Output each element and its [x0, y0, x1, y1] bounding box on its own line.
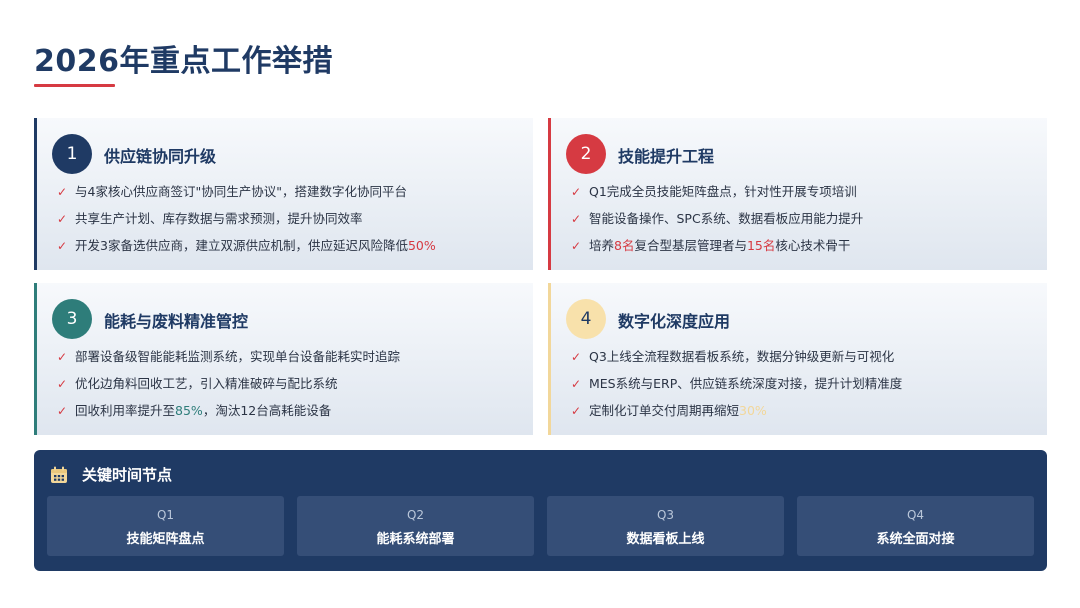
highlight-value: 50%	[407, 238, 436, 253]
card-title: 数字化深度应用	[618, 312, 731, 331]
card-energy-waste: 3 能耗与废料精准管控 ✓ 部署设备级智能能耗监测系统，实现单台设备能耗实时追踪 …	[34, 283, 533, 435]
check-icon: ✓	[57, 239, 68, 253]
card-title: 技能提升工程	[618, 147, 715, 166]
page-title: 2026年重点工作举措	[34, 44, 333, 79]
card-number-badge: 4	[566, 299, 606, 339]
list-item: ✓ 部署设备级智能能耗监测系统，实现单台设备能耗实时追踪	[57, 349, 525, 376]
list-item: ✓ 与4家核心供应商签订"协同生产协议"，搭建数字化协同平台	[57, 184, 525, 211]
card-item-list: ✓ Q1完成全员技能矩阵盘点，针对性开展专项培训 ✓ 智能设备操作、SPC系统、数据…	[571, 184, 1039, 265]
item-text: 培养8名复合型基层管理者与15名核心技术骨干	[589, 238, 851, 253]
list-item: ✓ 开发3家备选供应商，建立双源供应机制，供应延迟风险降低50%	[57, 238, 525, 265]
list-item: ✓ Q1完成全员技能矩阵盘点，针对性开展专项培训	[571, 184, 1039, 211]
check-icon: ✓	[571, 185, 582, 199]
card-digital: 4 数字化深度应用 ✓ Q3上线全流程数据看板系统，数据分钟级更新与可视化 ✓ ME…	[548, 283, 1047, 435]
highlight-value: 8名	[614, 238, 635, 253]
card-number-badge: 1	[52, 134, 92, 174]
milestone-quarter: Q2	[406, 508, 425, 522]
check-icon: ✓	[57, 212, 68, 226]
milestone-q1: Q1 技能矩阵盘点	[47, 496, 284, 556]
item-text: 优化边角料回收工艺，引入精准破碎与配比系统	[75, 376, 338, 391]
card-item-list: ✓ 与4家核心供应商签订"协同生产协议"，搭建数字化协同平台 ✓ 共享生产计划、库存…	[57, 184, 525, 265]
item-text: MES系统与ERP、供应链系统深度对接，提升计划精准度	[589, 376, 903, 391]
list-item: ✓ MES系统与ERP、供应链系统深度对接，提升计划精准度	[571, 376, 1039, 403]
card-supply-chain: 1 供应链协同升级 ✓ 与4家核心供应商签订"协同生产协议"，搭建数字化协同平台 …	[34, 118, 533, 270]
check-icon: ✓	[571, 350, 582, 364]
card-number-badge: 3	[52, 299, 92, 339]
item-text: 开发3家备选供应商，建立双源供应机制，供应延迟风险降低50%	[75, 238, 436, 253]
milestone-label: 技能矩阵盘点	[126, 532, 205, 547]
milestones-title: 关键时间节点	[82, 466, 173, 484]
milestone-label: 能耗系统部署	[376, 532, 455, 547]
check-icon: ✓	[571, 404, 582, 418]
milestones-header: 关键时间节点	[50, 464, 172, 485]
check-icon: ✓	[57, 404, 68, 418]
list-item: ✓ 智能设备操作、SPC系统、数据看板应用能力提升	[571, 211, 1039, 238]
milestone-quarter: Q3	[656, 508, 675, 522]
check-icon: ✓	[57, 350, 68, 364]
milestone-q4: Q4 系统全面对接	[797, 496, 1034, 556]
card-item-list: ✓ Q3上线全流程数据看板系统，数据分钟级更新与可视化 ✓ MES系统与ERP、供应…	[571, 349, 1039, 430]
highlight-value: 30%	[739, 403, 767, 418]
card-title: 能耗与废料精准管控	[104, 312, 249, 331]
card-skills: 2 技能提升工程 ✓ Q1完成全员技能矩阵盘点，针对性开展专项培训 ✓ 智能设备操作…	[548, 118, 1047, 270]
check-icon: ✓	[57, 377, 68, 391]
milestone-quarter: Q1	[156, 508, 175, 522]
milestone-label: 系统全面对接	[876, 532, 955, 547]
highlight-value: 85%	[175, 403, 203, 418]
card-item-list: ✓ 部署设备级智能能耗监测系统，实现单台设备能耗实时追踪 ✓ 优化边角料回收工艺，引…	[57, 349, 525, 430]
calendar-icon	[51, 466, 67, 483]
list-item: ✓ 回收利用率提升至85%，淘汰12台高耗能设备	[57, 403, 525, 430]
item-text: 智能设备操作、SPC系统、数据看板应用能力提升	[589, 211, 864, 226]
item-text: 定制化订单交付周期再缩短30%	[589, 403, 767, 418]
list-item: ✓ 共享生产计划、库存数据与需求预测，提升协同效率	[57, 211, 525, 238]
list-item: ✓ 定制化订单交付周期再缩短30%	[571, 403, 1039, 430]
item-text: 回收利用率提升至85%，淘汰12台高耗能设备	[75, 403, 332, 418]
milestone-label: 数据看板上线	[626, 532, 705, 547]
check-icon: ✓	[571, 377, 582, 391]
item-text: Q1完成全员技能矩阵盘点，针对性开展专项培训	[589, 184, 857, 199]
list-item: ✓ 培养8名复合型基层管理者与15名核心技术骨干	[571, 238, 1039, 265]
highlight-value: 15名	[746, 238, 776, 253]
milestone-quarter: Q4	[906, 508, 925, 522]
item-text: 共享生产计划、库存数据与需求预测，提升协同效率	[75, 211, 363, 226]
milestone-q2: Q2 能耗系统部署	[297, 496, 534, 556]
milestone-q3: Q3 数据看板上线	[547, 496, 784, 556]
item-text: 部署设备级智能能耗监测系统，实现单台设备能耗实时追踪	[75, 349, 401, 364]
check-icon: ✓	[57, 185, 68, 199]
title-underline	[34, 84, 115, 87]
item-text: Q3上线全流程数据看板系统，数据分钟级更新与可视化	[589, 349, 895, 364]
check-icon: ✓	[571, 212, 582, 226]
item-text: 与4家核心供应商签订"协同生产协议"，搭建数字化协同平台	[75, 184, 407, 199]
check-icon: ✓	[571, 239, 582, 253]
card-title: 供应链协同升级	[104, 147, 217, 166]
key-milestones-panel: 关键时间节点 Q1 技能矩阵盘点 Q2 能耗系统部署 Q3 数据看板上线 Q4 …	[34, 450, 1047, 571]
list-item: ✓ 优化边角料回收工艺，引入精准破碎与配比系统	[57, 376, 525, 403]
list-item: ✓ Q3上线全流程数据看板系统，数据分钟级更新与可视化	[571, 349, 1039, 376]
card-number-badge: 2	[566, 134, 606, 174]
